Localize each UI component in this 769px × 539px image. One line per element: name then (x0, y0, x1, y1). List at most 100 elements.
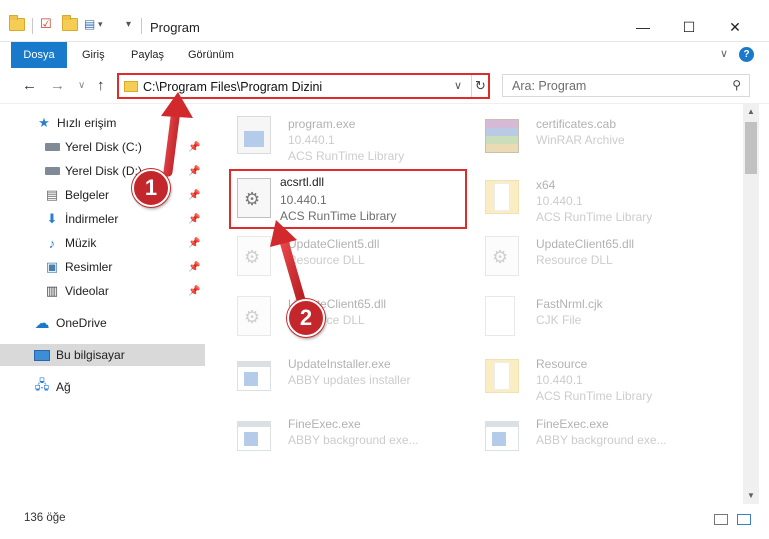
pin-icon[interactable]: 📌 (188, 214, 200, 225)
tab-share[interactable]: Paylaş (119, 42, 176, 68)
file-item[interactable]: UpdateInstaller.exe ABBY updates install… (213, 348, 453, 404)
file-item[interactable]: UpdateClient5.dll Resource DLL (213, 228, 453, 284)
sidebar-item-onedrive[interactable]: ☁ OneDrive (0, 312, 205, 334)
dll-icon (237, 178, 277, 218)
sidebar-item-label: Yerel Disk (C:) (65, 140, 142, 154)
network-icon: 🖧 (34, 377, 50, 392)
navigation-pane: ★ Hızlı erişim Yerel Disk (C:) 📌 Yerel D… (0, 104, 205, 504)
help-icon[interactable]: ? (739, 47, 754, 62)
pin-icon[interactable]: 📌 (188, 190, 200, 201)
pictures-icon: ▣ (45, 259, 59, 274)
pin-icon[interactable]: 📌 (188, 262, 200, 273)
file-item[interactable]: certificates.cab WinRAR Archive (461, 108, 701, 164)
tab-file[interactable]: Dosya (11, 42, 67, 68)
exe-icon (237, 356, 277, 396)
sidebar-item-label: Belgeler (65, 188, 110, 202)
file-type: Resource DLL (288, 253, 365, 267)
dll-icon (237, 236, 277, 276)
search-input[interactable]: Ara: Program ⚲ (502, 74, 750, 97)
star-icon: ★ (38, 115, 50, 130)
back-button[interactable]: ← (22, 77, 37, 94)
divider (32, 18, 33, 34)
up-button[interactable]: ↑ (97, 77, 105, 94)
collapse-ribbon-icon[interactable]: ∨ (720, 47, 728, 60)
drive-icon (44, 164, 60, 178)
refresh-button[interactable]: ↻ (471, 75, 489, 97)
file-name: FastNrml.cjk (536, 297, 603, 311)
pin-icon[interactable]: 📌 (188, 286, 200, 297)
sidebar-item-disk-d[interactable]: Yerel Disk (D:) 📌 (0, 160, 205, 182)
sidebar-item-disk-c[interactable]: Yerel Disk (C:) 📌 (0, 136, 205, 158)
details-view-icon[interactable] (714, 514, 728, 525)
ribbon: Dosya Giriş Paylaş Görünüm (0, 42, 769, 68)
file-item[interactable]: Resource 10.440.1 ACS RunTime Library (461, 348, 701, 404)
new-folder-icon[interactable] (62, 14, 78, 34)
pin-icon[interactable]: 📌 (188, 142, 200, 153)
file-type: WinRAR Archive (536, 133, 625, 147)
minimize-button[interactable]: — (620, 12, 666, 42)
drive-icon (44, 140, 60, 154)
music-icon: ♪ (48, 235, 56, 251)
close-button[interactable]: ✕ (712, 12, 758, 42)
sidebar-item-videos[interactable]: ▥ Videolar 📌 (0, 280, 205, 302)
address-row: ← → ∨ ↑ C:\Program Files\Program Dizini … (0, 68, 769, 104)
file-item[interactable]: UpdateClient65.dll Resource DLL (461, 228, 701, 284)
file-item[interactable]: UpdateClient65.dll Resource DLL (213, 288, 453, 344)
maximize-button[interactable]: ☐ (666, 12, 712, 42)
file-name: UpdateInstaller.exe (288, 357, 391, 371)
file-version: 10.440.1 (288, 133, 335, 147)
file-item-acsrtl-dll[interactable]: acsrtl.dll 10.440.1 ACS RunTime Library (229, 169, 467, 229)
properties-icon[interactable]: ☑ (40, 14, 52, 34)
sidebar-item-label: Bu bilgisayar (56, 348, 125, 362)
pin-icon[interactable]: 📌 (188, 238, 200, 249)
file-type: Resource DLL (536, 253, 613, 267)
folder-icon (9, 14, 25, 34)
file-name: UpdateClient65.dll (536, 237, 635, 251)
divider (141, 18, 142, 34)
file-name: Resource (536, 357, 588, 371)
forward-button[interactable]: → (50, 77, 65, 94)
scroll-thumb[interactable] (745, 122, 757, 174)
sidebar-item-downloads[interactable]: ⬇ İndirmeler 📌 (0, 208, 205, 230)
large-icons-view-icon[interactable] (737, 514, 751, 525)
tab-home[interactable]: Giriş (70, 42, 117, 68)
scroll-up-icon[interactable]: ▲ (743, 104, 759, 120)
address-path[interactable]: C:\Program Files\Program Dizini (143, 80, 322, 94)
sidebar-item-quick-access[interactable]: ★ Hızlı erişim (0, 112, 205, 134)
documents-icon: ▤ (45, 187, 59, 202)
address-bar[interactable]: C:\Program Files\Program Dizini ∨ ↻ (117, 73, 490, 99)
sidebar-item-music[interactable]: ♪ Müzik 📌 (0, 232, 205, 254)
recent-locations-button[interactable]: ∨ (78, 80, 85, 91)
step-1-badge: 1 (132, 169, 170, 207)
sidebar-item-label: Hızlı erişim (57, 116, 117, 130)
vertical-scrollbar[interactable]: ▲ ▼ (743, 104, 759, 504)
file-description: ACS RunTime Library (280, 209, 397, 223)
file-item[interactable]: FastNrml.cjk CJK File (461, 288, 701, 344)
tab-view[interactable]: Görünüm (176, 42, 246, 68)
sidebar-item-network[interactable]: 🖧 Ağ (0, 376, 205, 398)
sidebar-item-label: Ağ (56, 380, 71, 394)
pin-icon[interactable]: 📌 (188, 166, 200, 177)
chevron-down-icon[interactable]: ∨ (454, 79, 462, 92)
file-version: 10.440.1 (536, 194, 583, 208)
exe-icon (485, 416, 525, 456)
customize-toolbar-icon[interactable]: ▾ (126, 14, 131, 34)
file-item[interactable]: x64 10.440.1 ACS RunTime Library (461, 169, 701, 225)
exe-icon (237, 416, 277, 456)
search-icon[interactable]: ⚲ (732, 78, 741, 92)
file-name: UpdateClient5.dll (288, 237, 380, 251)
chevron-down-icon[interactable]: ▾ (98, 14, 103, 34)
file-item[interactable]: program.exe 10.440.1 ACS RunTime Library (213, 108, 453, 164)
file-item[interactable]: FineExec.exe ABBY background exe... (461, 408, 701, 464)
view-icon[interactable]: ▤ (84, 14, 95, 34)
program-icon (237, 116, 277, 156)
scroll-down-icon[interactable]: ▼ (743, 488, 759, 504)
file-version: 10.440.1 (536, 373, 583, 387)
file-list: program.exe 10.440.1 ACS RunTime Library… (205, 104, 743, 504)
sidebar-item-pictures[interactable]: ▣ Resimler 📌 (0, 256, 205, 278)
folder-icon (485, 177, 525, 217)
sidebar-item-this-pc[interactable]: Bu bilgisayar (0, 344, 205, 366)
sidebar-item-documents[interactable]: ▤ Belgeler 📌 (0, 184, 205, 206)
item-count: 136 öğe (24, 512, 66, 524)
file-item[interactable]: FineExec.exe ABBY background exe... (213, 408, 453, 464)
